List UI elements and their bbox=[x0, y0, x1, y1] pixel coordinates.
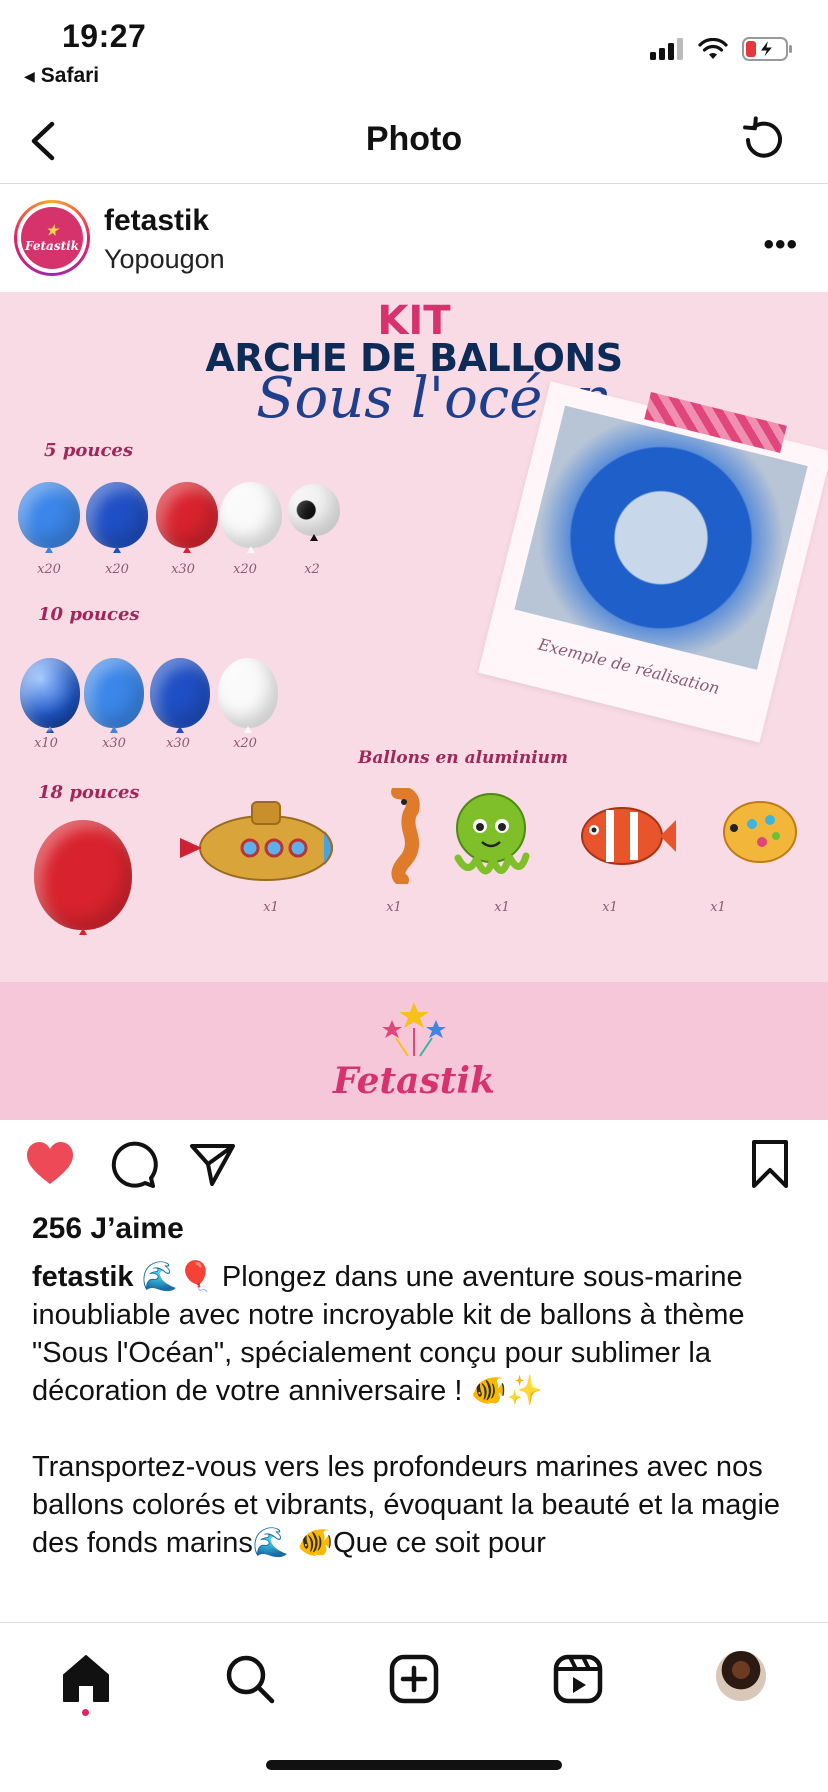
balloon-chrome-blue bbox=[20, 658, 80, 728]
tropical-fish-foil-balloon bbox=[723, 801, 797, 863]
more-options-icon[interactable]: ••• bbox=[763, 228, 798, 262]
balloon-royal-blue bbox=[150, 658, 210, 728]
notification-dot bbox=[82, 1709, 89, 1716]
post-caption: fetastik 🌊🎈 Plongez dans une aventure so… bbox=[32, 1258, 802, 1600]
qty-label: x20 bbox=[105, 562, 129, 577]
qty-label: x1 bbox=[386, 900, 402, 915]
size-label-18: 18 pouces bbox=[38, 782, 140, 803]
brand-band: Fetastik bbox=[0, 982, 828, 1120]
back-to-app-link[interactable]: ◀ Safari bbox=[24, 64, 99, 88]
balloon-light-blue bbox=[84, 658, 144, 728]
balloon-eye bbox=[288, 484, 340, 536]
home-icon[interactable] bbox=[58, 1651, 114, 1707]
post-username[interactable]: fetastik bbox=[104, 204, 209, 238]
account-avatar[interactable]: ★ Fetastik bbox=[14, 200, 90, 276]
likes-count[interactable]: 256 J’aime bbox=[32, 1212, 184, 1246]
send-icon[interactable] bbox=[186, 1138, 238, 1190]
back-triangle-icon: ◀ bbox=[24, 67, 35, 84]
qty-label: x30 bbox=[102, 736, 126, 751]
avatar-logo-text: Fetastik bbox=[25, 239, 79, 253]
qty-label: x10 bbox=[34, 736, 58, 751]
balloon-white bbox=[220, 482, 282, 548]
qty-label: x1 bbox=[263, 900, 279, 915]
home-indicator[interactable] bbox=[266, 1760, 562, 1770]
aluminium-title: Ballons en aluminium bbox=[358, 748, 569, 768]
qty-label: x20 bbox=[233, 562, 257, 577]
qty-label: x2 bbox=[304, 562, 320, 577]
size-label-10: 10 pouces bbox=[38, 604, 140, 625]
refresh-icon[interactable] bbox=[738, 114, 790, 166]
battery-charging-icon bbox=[742, 37, 792, 61]
comment-icon[interactable] bbox=[106, 1138, 158, 1190]
status-bar: 19:27 ◀ Safari bbox=[0, 0, 828, 95]
wifi-icon bbox=[698, 38, 728, 59]
post-actions bbox=[0, 1120, 828, 1210]
system-icons bbox=[650, 36, 794, 62]
qty-label: x30 bbox=[171, 562, 195, 577]
reels-icon[interactable] bbox=[550, 1651, 606, 1707]
post-location[interactable]: Yopougon bbox=[104, 244, 225, 275]
status-time: 19:27 bbox=[62, 18, 147, 54]
stars-logo-icon bbox=[382, 1002, 446, 1057]
balloon-light-blue bbox=[18, 482, 80, 548]
signal-icon bbox=[650, 38, 683, 60]
qty-label: x1 bbox=[494, 900, 510, 915]
octopus-foil-balloon bbox=[454, 793, 530, 875]
caption-paragraph-1: fetastik 🌊🎈 Plongez dans une aventure so… bbox=[32, 1258, 802, 1410]
create-icon[interactable] bbox=[386, 1651, 442, 1707]
heart-filled-icon[interactable] bbox=[24, 1138, 76, 1190]
back-app-label: Safari bbox=[40, 64, 100, 87]
clownfish-foil-balloon bbox=[581, 807, 676, 865]
qty-label: x1 bbox=[602, 900, 618, 915]
balloon-large-red bbox=[34, 820, 132, 930]
page-title: Photo bbox=[365, 120, 463, 158]
size-label-5: 5 pouces bbox=[44, 440, 134, 461]
caption-text-1: 🌊🎈 Plongez dans une aventure sous-marine… bbox=[32, 1261, 745, 1407]
brand-name: Fetastik bbox=[333, 1060, 495, 1102]
balloon-red bbox=[156, 482, 218, 548]
balloon-royal-blue bbox=[86, 482, 148, 548]
qty-label: x30 bbox=[166, 736, 190, 751]
caption-paragraph-2: Transportez-vous vers les profondeurs ma… bbox=[32, 1451, 781, 1559]
navigation-bar: Photo bbox=[0, 100, 828, 184]
profile-avatar[interactable] bbox=[716, 1651, 766, 1701]
example-photo-card: Exemple de réalisation bbox=[478, 381, 828, 743]
search-icon[interactable] bbox=[222, 1651, 278, 1707]
submarine-foil-balloon bbox=[180, 801, 333, 881]
avatar-star-icon: ★ bbox=[45, 223, 59, 239]
seahorse-foil-balloon bbox=[391, 788, 420, 884]
post-header: ★ Fetastik fetastik Yopougon ••• bbox=[0, 184, 828, 292]
qty-label: x1 bbox=[710, 900, 726, 915]
post-image[interactable]: KIT ARCHE DE BALLONS Sous l'océan 5 pouc… bbox=[0, 292, 828, 1120]
bookmark-icon[interactable] bbox=[744, 1138, 796, 1190]
qty-label: x20 bbox=[233, 736, 257, 751]
balloon-white bbox=[218, 658, 278, 728]
caption-username[interactable]: fetastik bbox=[32, 1261, 134, 1293]
qty-label: x20 bbox=[37, 562, 61, 577]
